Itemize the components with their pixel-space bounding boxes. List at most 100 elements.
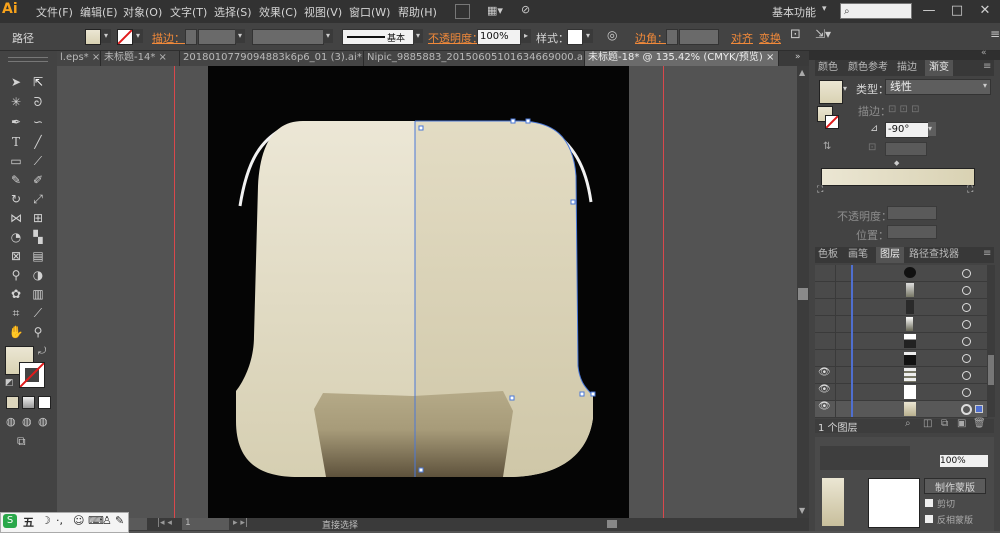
brush-definition[interactable]: 基本 xyxy=(342,29,414,45)
hand-tool-icon[interactable]: ✋ xyxy=(7,324,25,340)
transform-link[interactable]: 变换 xyxy=(759,30,781,46)
paintbrush-tool-icon[interactable]: ⟋ xyxy=(29,153,47,169)
type-tool-icon[interactable]: T xyxy=(7,134,25,150)
layer-target-icon[interactable] xyxy=(962,303,971,312)
symbol-sprayer-tool-icon[interactable]: ✿ xyxy=(7,286,25,302)
anchor-point[interactable] xyxy=(510,118,516,124)
new-sublayer-icon[interactable]: ⧉ xyxy=(941,418,948,429)
eyedropper-tool-icon[interactable]: ⚲ xyxy=(7,267,25,283)
artboard-tool-icon[interactable]: ⌗ xyxy=(7,305,25,321)
invert-mask-checkbox[interactable] xyxy=(925,515,933,523)
artboard-number-field[interactable]: 1 xyxy=(182,518,229,530)
lasso-tool-icon[interactable]: ᘐ xyxy=(29,94,47,110)
column-graph-tool-icon[interactable]: ▥ xyxy=(29,286,47,302)
status-tool-label[interactable]: 直接选择 xyxy=(322,518,358,531)
draw-inside-icon[interactable]: ◍ xyxy=(38,415,48,428)
reverse-gradient-icon[interactable]: ⇅ xyxy=(823,141,831,152)
corner-stepper[interactable] xyxy=(666,29,678,45)
search-input[interactable]: ⌕ xyxy=(840,3,912,19)
tab-overflow-icon[interactable]: » xyxy=(795,52,801,62)
layer-target-icon[interactable] xyxy=(962,354,971,363)
tab-stroke[interactable]: 描边 xyxy=(897,60,917,76)
shape-builder-tool-icon[interactable]: ◔ xyxy=(7,229,25,245)
brush-dropdown-arrow[interactable]: ▾ xyxy=(413,29,423,43)
selection-tool-icon[interactable]: ➤ xyxy=(7,74,25,90)
stroke-weight-dropdown-arrow[interactable]: ▾ xyxy=(235,29,245,43)
select-similar-icon[interactable]: ⇲▾ xyxy=(815,27,831,41)
opacity-input[interactable]: 100% xyxy=(477,29,521,45)
mesh-tool-icon[interactable]: ⊠ xyxy=(7,248,25,264)
profile-dropdown-arrow[interactable]: ▾ xyxy=(323,29,333,43)
tab-layers[interactable]: 图层 xyxy=(876,247,904,263)
tab-doc-2[interactable]: 未标题-14* × xyxy=(101,51,180,66)
tab-close-icon[interactable]: × xyxy=(92,52,100,63)
perspective-grid-tool-icon[interactable]: ▚ xyxy=(29,229,47,245)
gradient-fill-thumbnail[interactable] xyxy=(819,80,843,104)
ime-settings-icon[interactable]: ✎ xyxy=(115,514,124,527)
menu-window[interactable]: 窗口(W) xyxy=(349,4,390,20)
make-mask-button[interactable]: 制作蒙版 xyxy=(924,478,986,494)
stroke-color-box[interactable] xyxy=(19,362,45,388)
menu-select[interactable]: 选择(S) xyxy=(214,4,252,20)
control-panel-menu-icon[interactable]: ≡ xyxy=(990,27,1000,41)
fill-swatch[interactable] xyxy=(85,29,101,45)
maximize-button[interactable]: □ xyxy=(943,0,971,23)
blend-tool-icon[interactable]: ◑ xyxy=(29,267,47,283)
layer-target-icon[interactable] xyxy=(962,286,971,295)
direct-selection-tool-icon[interactable]: ⇱ xyxy=(29,74,47,90)
base-shape[interactable] xyxy=(314,391,513,477)
ime-user-icon[interactable]: ♙ xyxy=(102,514,112,527)
gradient-stop-left[interactable]: ⛶ xyxy=(817,185,823,195)
menu-effect[interactable]: 效果(C) xyxy=(259,4,297,20)
draw-behind-icon[interactable]: ◍ xyxy=(22,415,32,428)
tab-pathfinder[interactable]: 路径查找器 xyxy=(909,247,959,263)
gradient-slider[interactable] xyxy=(821,168,975,186)
draw-normal-icon[interactable]: ◍ xyxy=(6,415,16,428)
gradient-type-select[interactable]: 线性 xyxy=(885,79,991,95)
tab-doc-1[interactable]: l.eps* × xyxy=(57,51,101,66)
anchor-point[interactable] xyxy=(509,395,515,401)
next-artboard-icon[interactable]: ▸ ▸| xyxy=(233,518,248,528)
new-layer-icon[interactable]: ▣ xyxy=(957,418,966,429)
stroke-swatch[interactable] xyxy=(117,29,133,45)
ime-punct-icon[interactable]: ·, xyxy=(56,514,63,527)
fill-dropdown-arrow[interactable]: ▾ xyxy=(101,29,111,43)
stroke-gradient-options-icon[interactable]: ⊡ ⊡ ⊡ xyxy=(888,104,920,115)
layer-target-icon[interactable] xyxy=(962,388,971,397)
rotate-tool-icon[interactable]: ↻ xyxy=(7,191,25,207)
tab-swatches[interactable]: 色板 xyxy=(818,247,838,263)
tab-color-guide[interactable]: 颜色参考 xyxy=(848,60,888,76)
menu-file[interactable]: 文件(F) xyxy=(36,4,73,20)
scroll-down-icon[interactable]: ▼ xyxy=(799,506,805,515)
width-tool-icon[interactable]: ⋈ xyxy=(7,210,25,226)
first-artboard-icon[interactable]: |◂ ◂ xyxy=(157,518,172,528)
visibility-eye-icon[interactable]: 👁 xyxy=(818,367,831,378)
layer-target-icon[interactable] xyxy=(962,337,971,346)
ime-smile-icon[interactable]: ☺ xyxy=(73,514,84,527)
anchor-point[interactable] xyxy=(570,199,576,205)
stroke-mini-swatch[interactable] xyxy=(825,115,839,129)
screen-mode-icon[interactable]: ⧉ xyxy=(17,434,26,449)
collapse-panels-icon[interactable]: « xyxy=(981,48,987,58)
ime-mode-label[interactable]: 五 xyxy=(23,514,34,530)
align-link[interactable]: 对齐 xyxy=(731,30,753,46)
menu-type[interactable]: 文字(T) xyxy=(170,4,207,20)
none-mode-button[interactable] xyxy=(38,396,51,409)
tab-color[interactable]: 颜色 xyxy=(818,60,838,76)
make-clipping-mask-icon[interactable]: ◫ xyxy=(923,418,932,429)
tab-doc-active[interactable]: 未标题-18* @ 135.42% (CMYK/预览) × xyxy=(585,51,779,66)
vertical-guide-right[interactable] xyxy=(663,66,664,518)
color-mode-button[interactable] xyxy=(6,396,19,409)
close-button[interactable]: ✕ xyxy=(971,0,999,23)
delete-layer-icon[interactable]: 🗑 xyxy=(973,418,986,429)
vertical-guide-left[interactable] xyxy=(174,66,175,518)
ime-logo-icon[interactable]: S xyxy=(3,514,17,528)
free-transform-tool-icon[interactable]: ⊞ xyxy=(29,210,47,226)
layer-target-icon[interactable] xyxy=(962,269,971,278)
gradient-thumbnail-dropdown[interactable]: ▾ xyxy=(843,84,847,93)
magic-wand-tool-icon[interactable]: ✳ xyxy=(7,94,25,110)
type-dropdown-icon[interactable]: ▾ xyxy=(983,81,987,90)
tab-gradient[interactable]: 渐变 xyxy=(925,60,953,76)
clip-checkbox[interactable] xyxy=(925,499,933,507)
anchor-point[interactable] xyxy=(590,391,596,397)
